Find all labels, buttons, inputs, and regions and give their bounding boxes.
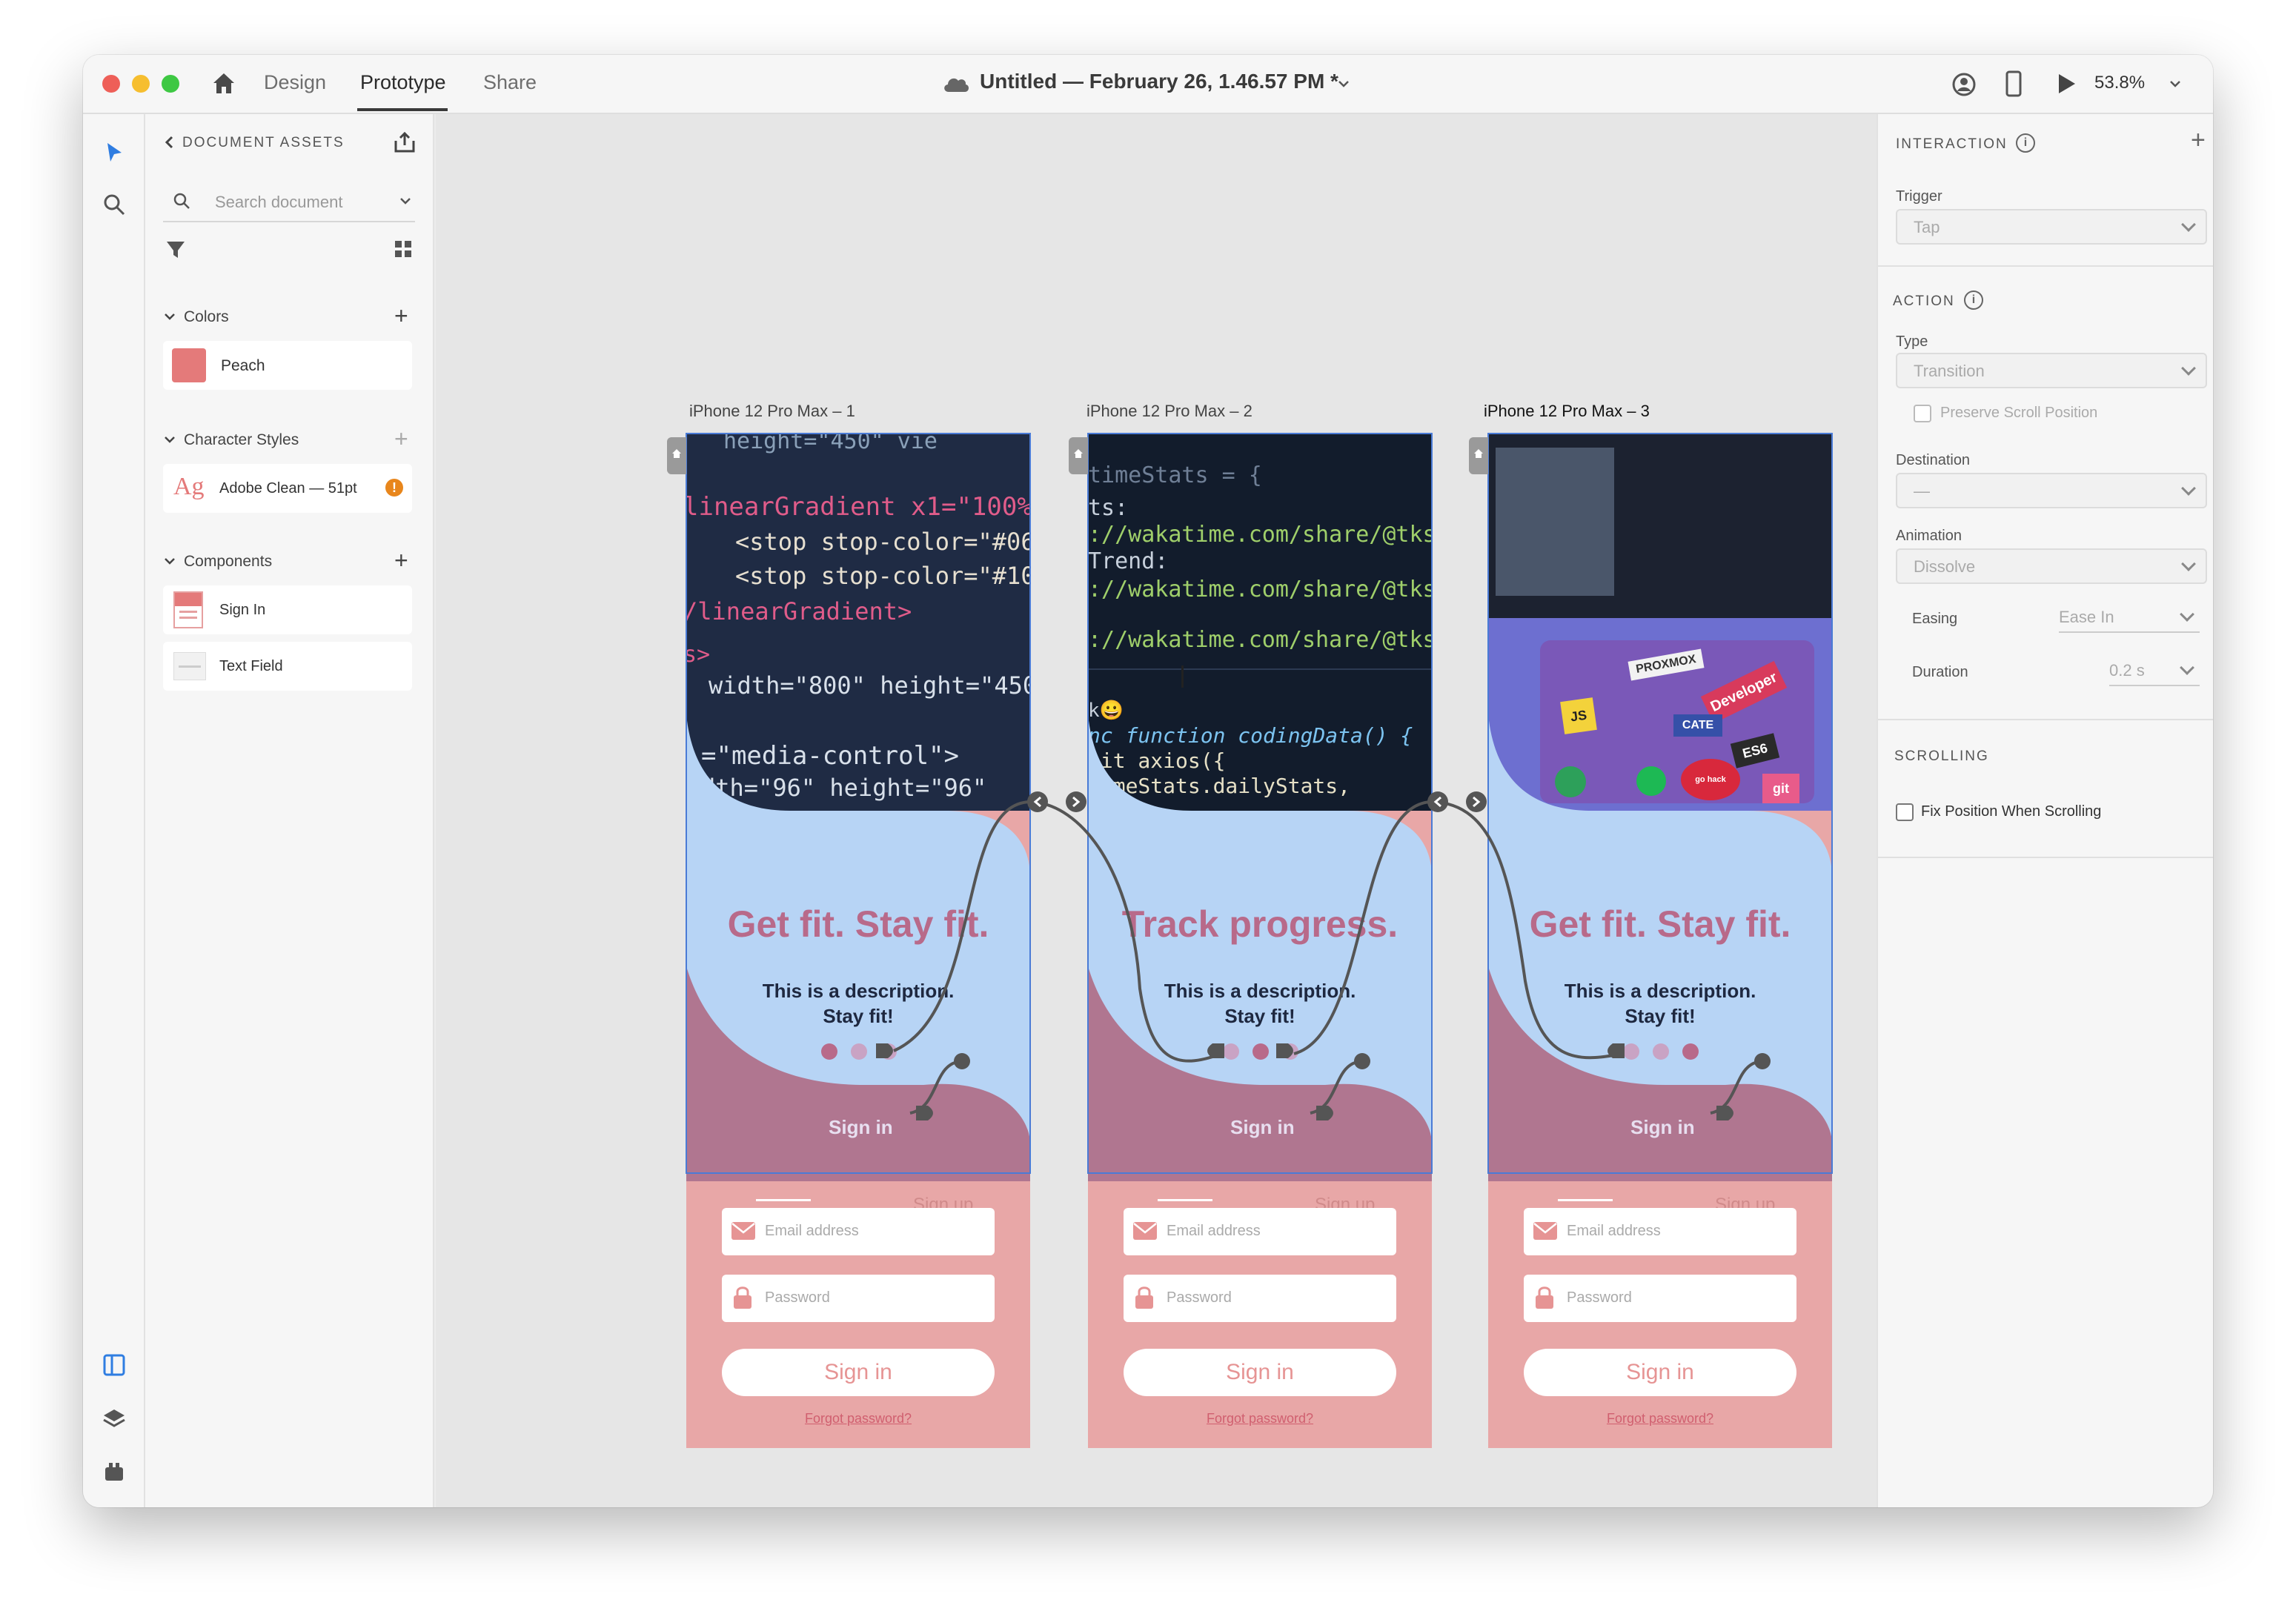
char-style-name: Adobe Clean — 51pt [219, 480, 357, 497]
back-chevron-icon[interactable] [163, 135, 175, 150]
add-interaction-icon[interactable]: + [2191, 126, 2206, 155]
document-title[interactable]: Untitled — February 26, 1.46.57 PM * [980, 70, 1338, 93]
char-style-glyph: Ag [173, 473, 205, 500]
char-styles-section-header[interactable]: Character Styles [184, 431, 299, 449]
tab-design[interactable]: Design [264, 71, 326, 94]
preserve-scroll-label: Preserve Scroll Position [1940, 405, 2098, 421]
search-field-icon [173, 193, 190, 209]
color-name: Peach [221, 357, 265, 374]
chevron-down-icon [2180, 660, 2194, 675]
filter-icon[interactable] [165, 239, 187, 261]
trigger-dropdown[interactable]: Tap [1896, 209, 2207, 245]
type-dropdown[interactable]: Transition [1896, 353, 2207, 388]
chevron-down-icon [2181, 361, 2196, 376]
cloud-icon [944, 78, 969, 92]
close-window-button[interactable] [102, 75, 120, 93]
trigger-value: Tap [1914, 218, 1940, 236]
search-scope-chevron-icon[interactable] [399, 194, 412, 207]
destination-value: — [1914, 482, 1930, 500]
zoom-level[interactable]: 53.8% [2094, 73, 2145, 93]
animation-dropdown[interactable]: Dissolve [1896, 548, 2207, 584]
action-header: ACTION [1893, 293, 1955, 309]
add-color-icon[interactable]: + [394, 304, 408, 328]
destination-label: Destination [1896, 452, 1971, 468]
info-icon[interactable]: i [2016, 133, 2035, 153]
active-tab-indicator [357, 108, 448, 111]
scrolling-header: SCROLLING [1894, 748, 1989, 764]
canvas[interactable]: iPhone 12 Pro Max – 1 iPhone 12 Pro Max … [436, 114, 1877, 1507]
home-icon[interactable] [210, 70, 237, 96]
add-component-icon[interactable]: + [394, 548, 408, 572]
warning-icon[interactable]: ! [385, 479, 403, 497]
component-card[interactable]: Text Field [163, 642, 412, 691]
duration-label: Duration [1912, 664, 1968, 680]
assets-panel-title: DOCUMENT ASSETS [182, 135, 345, 150]
divider [1878, 857, 2213, 858]
plugins-icon[interactable] [102, 1460, 126, 1484]
animation-label: Animation [1896, 528, 1962, 544]
color-swatch-card[interactable]: Peach [163, 341, 412, 390]
grid-view-icon[interactable] [393, 239, 414, 259]
component-thumbnail [173, 652, 206, 680]
text-cursor-icon [1181, 665, 1184, 688]
share-export-icon[interactable] [393, 130, 417, 154]
layers-icon[interactable] [102, 1407, 126, 1430]
animation-value: Dissolve [1914, 557, 1976, 576]
search-icon[interactable] [102, 193, 126, 216]
tool-rail [83, 114, 145, 1507]
easing-label: Easing [1912, 611, 1958, 627]
components-collapse-icon[interactable] [163, 554, 176, 568]
property-inspector: INTERACTION i + Trigger Tap ACTION i Typ… [1877, 114, 2213, 1507]
app-window: Design Prototype Share Untitled — Februa… [83, 55, 2213, 1507]
easing-value: Ease In [2059, 608, 2114, 626]
chevron-down-icon [2181, 557, 2196, 571]
char-style-card[interactable]: Ag Adobe Clean — 51pt ! [163, 464, 412, 513]
select-tool-icon[interactable] [104, 141, 125, 165]
chevron-down-icon [2181, 217, 2196, 232]
chevron-down-icon [2180, 607, 2194, 622]
title-bar: Design Prototype Share Untitled — Februa… [83, 55, 2213, 114]
colors-section-header[interactable]: Colors [184, 308, 229, 326]
colors-collapse-icon[interactable] [163, 310, 176, 323]
component-thumbnail [173, 591, 203, 628]
interaction-header: INTERACTION [1896, 136, 2008, 152]
component-name: Text Field [219, 658, 283, 674]
type-label: Type [1896, 333, 1928, 350]
trigger-label: Trigger [1896, 188, 1942, 205]
zoom-window-button[interactable] [162, 75, 179, 93]
document-assets-panel: DOCUMENT ASSETS Search document Colors +… [145, 114, 434, 1507]
component-name: Sign In [219, 602, 266, 618]
duration-dropdown[interactable]: 0.2 s [2109, 660, 2200, 686]
fix-position-checkbox[interactable] [1896, 803, 1914, 821]
divider [1878, 719, 2213, 720]
assets-panel-icon[interactable] [102, 1353, 126, 1377]
preserve-scroll-checkbox[interactable] [1914, 405, 1931, 422]
easing-dropdown[interactable]: Ease In [2059, 606, 2200, 633]
tab-share[interactable]: Share [483, 71, 537, 94]
chevron-down-icon[interactable] [1337, 77, 1350, 90]
device-preview-icon[interactable] [2004, 70, 2023, 98]
char-styles-collapse-icon[interactable] [163, 433, 176, 446]
play-icon[interactable] [2054, 71, 2078, 96]
duration-value: 0.2 s [2109, 661, 2145, 680]
color-swatch [172, 348, 206, 382]
tab-prototype[interactable]: Prototype [360, 71, 446, 94]
add-char-style-icon[interactable]: + [394, 427, 408, 451]
user-icon[interactable] [1951, 71, 1977, 98]
divider [1878, 265, 2213, 267]
destination-dropdown[interactable]: — [1896, 473, 2207, 508]
fix-position-label: Fix Position When Scrolling [1921, 803, 2102, 820]
type-value: Transition [1914, 362, 1985, 380]
minimize-window-button[interactable] [132, 75, 150, 93]
components-section-header[interactable]: Components [184, 553, 272, 571]
search-input[interactable]: Search document [215, 193, 342, 212]
zoom-chevron-icon[interactable] [2169, 77, 2182, 90]
info-icon[interactable]: i [1964, 290, 1983, 310]
search-field[interactable]: Search document [163, 181, 415, 222]
chevron-down-icon [2181, 481, 2196, 496]
prototype-wires [876, 791, 1771, 1120]
component-card[interactable]: Sign In [163, 585, 412, 634]
